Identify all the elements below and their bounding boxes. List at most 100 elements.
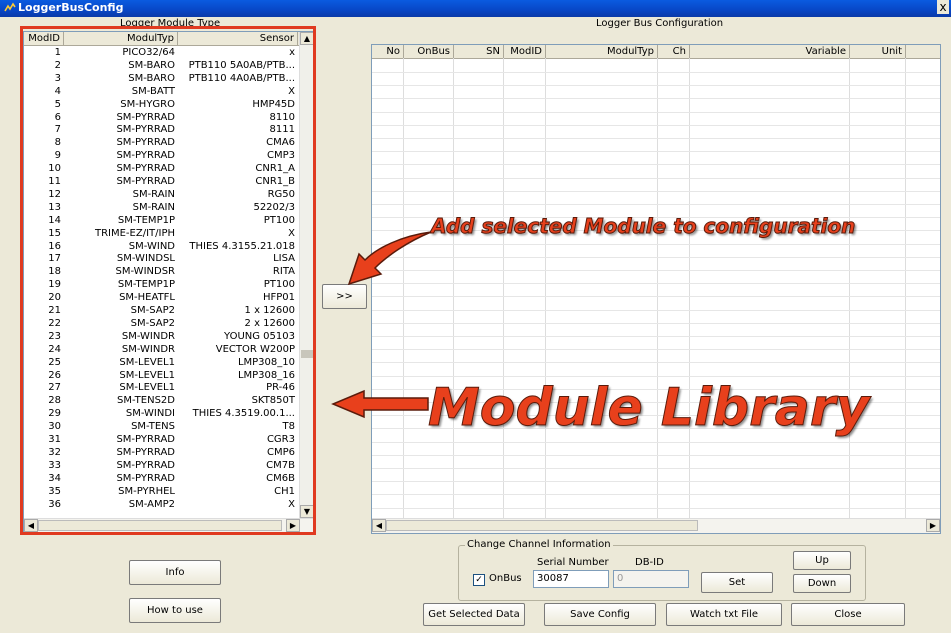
library-row[interactable]: 25 SM-LEVEL1 LMP308_10: [24, 356, 299, 369]
cell-sensor: LISA: [273, 253, 295, 265]
vertical-scrollbar[interactable]: ▲ ▼: [299, 32, 314, 518]
scroll-left-icon[interactable]: ◀: [24, 519, 38, 532]
column-header-ch[interactable]: Ch: [658, 45, 690, 58]
library-row[interactable]: 26 SM-LEVEL1 LMP308_16: [24, 369, 299, 382]
onbus-checkbox[interactable]: ✓: [473, 574, 485, 586]
module-library-list[interactable]: ModID ModulTyp Sensor 1 PICO32/64 x 2 SM-BAR…: [23, 31, 315, 533]
cell-sensor: THIES 4.3155.21.018: [189, 240, 295, 252]
library-row[interactable]: 30 SM-TENS T8: [24, 420, 299, 433]
library-row[interactable]: 12 SM-RAIN RG50: [24, 188, 299, 201]
watch-txt-file-button[interactable]: Watch txt File: [666, 603, 782, 626]
library-row[interactable]: 7 SM-PYRRAD 8111: [24, 123, 299, 136]
column-header-onbus[interactable]: OnBus: [404, 45, 454, 58]
right-panel-title: Logger Bus Configuration: [596, 18, 724, 29]
set-button[interactable]: Set: [701, 572, 773, 593]
close-button[interactable]: Close: [791, 603, 905, 626]
library-row[interactable]: 11 SM-PYRRAD CNR1_B: [24, 175, 299, 188]
column-header-variable[interactable]: Variable: [690, 45, 850, 58]
library-row[interactable]: 15 TRIME-EZ/IT/IPH X: [24, 227, 299, 240]
cell-modultyp: SM-RAIN: [132, 188, 175, 200]
column-header-modultyp[interactable]: ModulTyp: [64, 32, 178, 45]
library-row[interactable]: 20 SM-HEATFL HFP01: [24, 291, 299, 304]
bus-configuration-table[interactable]: No OnBus SN ModID ModulTyp Ch Variable U…: [371, 44, 941, 534]
get-selected-data-button[interactable]: Get Selected Data: [423, 603, 525, 626]
column-header-sensor[interactable]: Sensor: [178, 32, 298, 45]
grid-column-line: [849, 58, 850, 519]
grid-row-line: [372, 177, 940, 179]
column-header-no[interactable]: No: [372, 45, 404, 58]
library-row[interactable]: 3 SM-BARO PTB110 4A0AB/PTB...: [24, 72, 299, 85]
cell-modultyp: PICO32/64: [122, 47, 175, 58]
cell-sensor: x: [289, 47, 295, 58]
library-row[interactable]: 8 SM-PYRRAD CMA6: [24, 136, 299, 149]
hscroll-thumb[interactable]: [386, 520, 698, 531]
cell-sensor: CMP3: [266, 150, 295, 162]
cell-sensor: HFP01: [262, 292, 295, 304]
scroll-left-icon[interactable]: ◀: [372, 519, 386, 532]
grid-row-line: [372, 151, 940, 153]
down-button[interactable]: Down: [793, 574, 851, 593]
library-row[interactable]: 6 SM-PYRRAD 8110: [24, 111, 299, 124]
cell-modultyp: SM-PYRHEL: [118, 485, 175, 497]
close-icon[interactable]: x: [937, 0, 949, 14]
scroll-thumb[interactable]: [301, 350, 313, 358]
cell-modultyp: SM-LEVEL1: [119, 356, 175, 368]
hscroll-thumb[interactable]: [38, 520, 282, 531]
library-row[interactable]: 22 SM-SAP2 2 x 12600: [24, 317, 299, 330]
library-row[interactable]: 14 SM-TEMP1P PT100: [24, 214, 299, 227]
up-button[interactable]: Up: [793, 551, 851, 570]
grid-row-line: [372, 375, 940, 377]
library-row[interactable]: 24 SM-WINDR VECTOR W200P: [24, 343, 299, 356]
library-row[interactable]: 35 SM-PYRHEL CH1: [24, 485, 299, 498]
save-config-button[interactable]: Save Config: [544, 603, 656, 626]
column-header-modultyp[interactable]: ModulTyp: [546, 45, 658, 58]
library-row[interactable]: 1 PICO32/64 x: [24, 46, 299, 59]
library-row[interactable]: 28 SM-TENS2D SKT850T: [24, 394, 299, 407]
library-row[interactable]: 17 SM-WINDSL LISA: [24, 252, 299, 265]
scroll-down-icon[interactable]: ▼: [300, 505, 314, 518]
cell-modultyp: SM-HYGRO: [120, 98, 175, 110]
library-row[interactable]: 33 SM-PYRRAD CM7B: [24, 459, 299, 472]
cell-modid: 25: [48, 356, 61, 368]
cell-sensor: 8111: [269, 124, 295, 136]
serial-number-input[interactable]: 30087: [533, 570, 609, 588]
library-row[interactable]: 19 SM-TEMP1P PT100: [24, 278, 299, 291]
library-row[interactable]: 34 SM-PYRRAD CM6B: [24, 472, 299, 485]
library-row[interactable]: 2 SM-BARO PTB110 5A0AB/PTB...: [24, 59, 299, 72]
info-button[interactable]: Info: [129, 560, 221, 585]
library-row[interactable]: 9 SM-PYRRAD CMP3: [24, 149, 299, 162]
grid-row-line: [372, 322, 940, 324]
library-row[interactable]: 31 SM-PYRRAD CGR3: [24, 433, 299, 446]
horizontal-scrollbar-left[interactable]: ◀ ▶: [24, 518, 314, 532]
library-row[interactable]: 21 SM-SAP2 1 x 12600: [24, 304, 299, 317]
library-row[interactable]: 13 SM-RAIN 52202/3: [24, 201, 299, 214]
horizontal-scrollbar-right[interactable]: ◀ ▶: [372, 518, 940, 533]
cell-sensor: 8110: [269, 111, 295, 123]
library-row[interactable]: 10 SM-PYRRAD CNR1_A: [24, 162, 299, 175]
library-row[interactable]: 32 SM-PYRRAD CMP6: [24, 446, 299, 459]
library-row[interactable]: 29 SM-WINDI THIES 4.3519.00.1...: [24, 407, 299, 420]
column-header-sn[interactable]: SN: [454, 45, 504, 58]
grid-row-line: [372, 362, 940, 364]
cell-sensor: 52202/3: [253, 201, 295, 213]
cell-sensor: YOUNG 05103: [224, 330, 295, 342]
cell-modid: 12: [48, 188, 61, 200]
library-row[interactable]: 16 SM-WIND THIES 4.3155.21.018: [24, 240, 299, 253]
library-row[interactable]: 4 SM-BATT X: [24, 85, 299, 98]
library-row[interactable]: 23 SM-WINDR YOUNG 05103: [24, 330, 299, 343]
scroll-right-icon[interactable]: ▶: [286, 519, 300, 532]
column-header-modid[interactable]: ModID: [504, 45, 546, 58]
library-row[interactable]: 36 SM-AMP2 X: [24, 498, 299, 511]
column-header-modid[interactable]: ModID: [24, 32, 64, 45]
grid-row-line: [372, 507, 940, 509]
scroll-up-icon[interactable]: ▲: [300, 32, 314, 45]
cell-sensor: X: [288, 85, 295, 97]
library-row[interactable]: 18 SM-WINDSR RITA: [24, 265, 299, 278]
dbid-input[interactable]: 0: [613, 570, 689, 588]
scroll-right-icon[interactable]: ▶: [926, 519, 940, 532]
library-row[interactable]: 27 SM-LEVEL1 PR-46: [24, 381, 299, 394]
cell-sensor: CH1: [274, 485, 295, 497]
column-header-unit[interactable]: Unit: [850, 45, 906, 58]
library-row[interactable]: 5 SM-HYGRO HMP45D: [24, 98, 299, 111]
how-to-use-button[interactable]: How to use: [129, 598, 221, 623]
